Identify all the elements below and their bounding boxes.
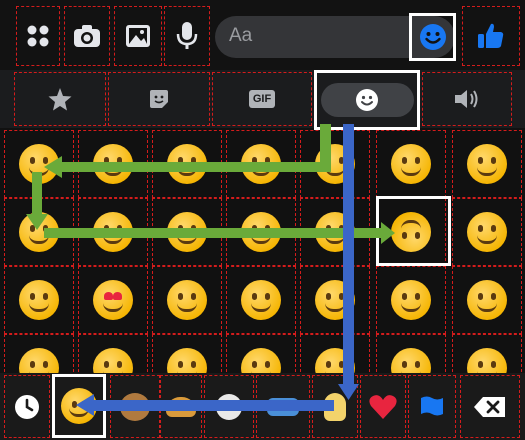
- emoji-raised-brow[interactable]: [376, 334, 446, 375]
- apps-grid-icon: [27, 25, 49, 47]
- emoji-squint-tongue[interactable]: [152, 334, 222, 375]
- backspace-button[interactable]: [460, 375, 520, 438]
- recent-category-button[interactable]: [4, 375, 50, 438]
- emoji-kissing[interactable]: [300, 266, 370, 334]
- camera-icon: [74, 25, 100, 47]
- sweat-smile-icon: [391, 144, 431, 184]
- blue-arrowhead: [76, 394, 94, 416]
- blue-path-segment: [343, 124, 354, 386]
- recent-clock-icon: [15, 394, 39, 419]
- green-arrowhead: [44, 156, 62, 178]
- rofl-icon: [467, 144, 507, 184]
- star-icon: [48, 88, 72, 111]
- gallery-icon: [126, 25, 150, 47]
- camera-button[interactable]: [64, 6, 110, 66]
- like-button[interactable]: [462, 6, 520, 66]
- apps-button[interactable]: [16, 6, 60, 66]
- emoji-kissing-heart[interactable]: [226, 266, 296, 334]
- tab-stickers[interactable]: [108, 72, 210, 126]
- tab-sound[interactable]: [422, 72, 512, 126]
- thumbs-up-icon: [478, 23, 504, 48]
- emoji-rofl[interactable]: [452, 130, 522, 198]
- emoji-kissing-closed[interactable]: [452, 266, 522, 334]
- message-input-area[interactable]: [215, 8, 407, 66]
- tab-emoji[interactable]: [314, 70, 420, 130]
- smiling-hearts-icon: [167, 280, 207, 320]
- emoji-monocle[interactable]: [452, 334, 522, 375]
- flags-category-icon: [421, 396, 443, 415]
- gif-label: GIF: [248, 90, 276, 108]
- kissing-heart-icon: [241, 280, 281, 320]
- tab-gif[interactable]: GIF: [212, 72, 312, 126]
- symbols-category-button[interactable]: [360, 375, 406, 438]
- winking-tongue-icon: [241, 348, 281, 375]
- blue-path-segment: [92, 400, 334, 411]
- emoji-heart-eyes[interactable]: [78, 266, 148, 334]
- heart-eyes-icon: [93, 280, 133, 320]
- emoji-relieved[interactable]: [4, 266, 74, 334]
- monocle-icon: [467, 348, 507, 375]
- emoji-winking-tongue[interactable]: [226, 334, 296, 375]
- squint-tongue-icon: [167, 348, 207, 375]
- emoji-wink[interactable]: [452, 198, 522, 266]
- green-arrowhead: [381, 222, 395, 244]
- blue-arrowhead: [338, 384, 359, 400]
- emoji-kissing-smiling[interactable]: [376, 266, 446, 334]
- sound-icon: [455, 90, 478, 108]
- smiley-tab-icon: [356, 89, 378, 111]
- gallery-button[interactable]: [114, 6, 162, 66]
- flags-category-button[interactable]: [408, 375, 456, 438]
- kissing-closed-icon: [467, 280, 507, 320]
- symbols-heart-icon: [369, 394, 397, 419]
- yum-icon: [19, 348, 59, 375]
- emoji-sweat-smile[interactable]: [376, 130, 446, 198]
- raised-brow-icon: [391, 348, 431, 375]
- emoji-button[interactable]: [409, 13, 456, 61]
- green-path-segment: [44, 228, 384, 238]
- emoji-yum[interactable]: [4, 334, 74, 375]
- emoji-icon: [420, 24, 446, 50]
- tab-favorites[interactable]: [14, 72, 106, 126]
- sticker-icon: [150, 90, 168, 108]
- microphone-icon: [176, 22, 198, 49]
- kissing-smiling-icon: [391, 280, 431, 320]
- green-path-segment: [58, 162, 331, 172]
- backspace-icon: [474, 396, 505, 417]
- microphone-button[interactable]: [164, 6, 210, 66]
- relieved-icon: [19, 280, 59, 320]
- wink-icon: [467, 212, 507, 252]
- emoji-tongue[interactable]: [78, 334, 148, 375]
- emoji-zany[interactable]: [300, 334, 370, 375]
- emoji-smiling-hearts[interactable]: [152, 266, 222, 334]
- tongue-icon: [93, 348, 133, 375]
